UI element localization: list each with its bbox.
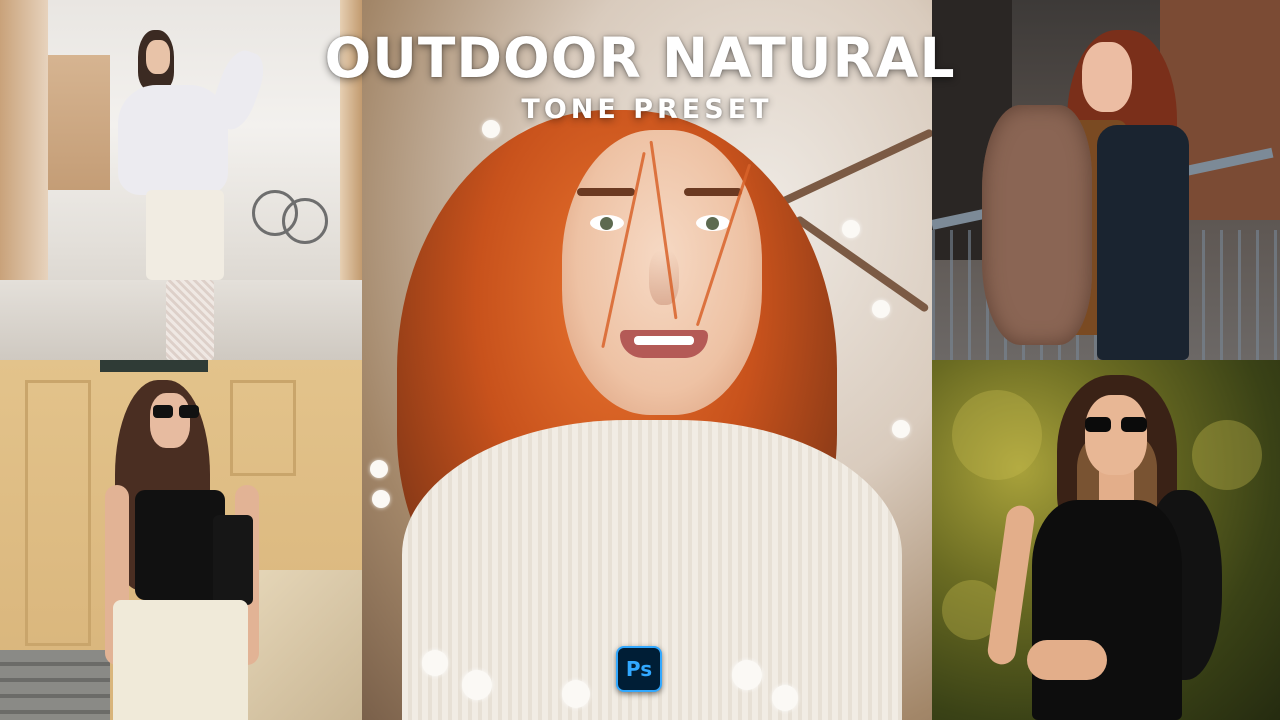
model-figure [982, 30, 1202, 360]
model-figure [108, 30, 271, 360]
blossom [372, 490, 390, 508]
door-panel [25, 380, 91, 646]
smile [620, 330, 708, 358]
eyebrow [684, 188, 742, 196]
blossom [892, 420, 910, 438]
stone-steps [0, 650, 110, 720]
blossom [370, 460, 388, 478]
blossom [562, 680, 590, 708]
photo-woman-fur-coat [932, 0, 1280, 360]
blossom [772, 685, 798, 711]
blossom [462, 670, 492, 700]
handbag [213, 515, 253, 605]
eye [696, 215, 730, 231]
wooden-door [48, 55, 110, 190]
photo-woman-black-top-yellow-wall [0, 360, 362, 720]
blossom [872, 300, 890, 318]
fur-jacket [982, 105, 1092, 345]
eye [590, 215, 624, 231]
sunglasses [1085, 417, 1155, 433]
model-figure [986, 375, 1227, 720]
bicycle-wheel [282, 198, 328, 244]
wall-sign [100, 360, 208, 372]
photoshop-icon: Ps [616, 646, 662, 692]
black-dress [1032, 500, 1182, 720]
sunglasses [153, 405, 203, 419]
title-subtitle: TONE PRESET [521, 94, 773, 125]
blossom [842, 220, 860, 238]
title-main: OUTDOOR NATURAL [324, 26, 956, 90]
blossom [732, 660, 762, 690]
blossom [422, 650, 448, 676]
navy-coat [1097, 125, 1189, 360]
model-figure [95, 375, 275, 720]
eyebrow [577, 188, 635, 196]
photo-woman-black-dress [932, 360, 1280, 720]
